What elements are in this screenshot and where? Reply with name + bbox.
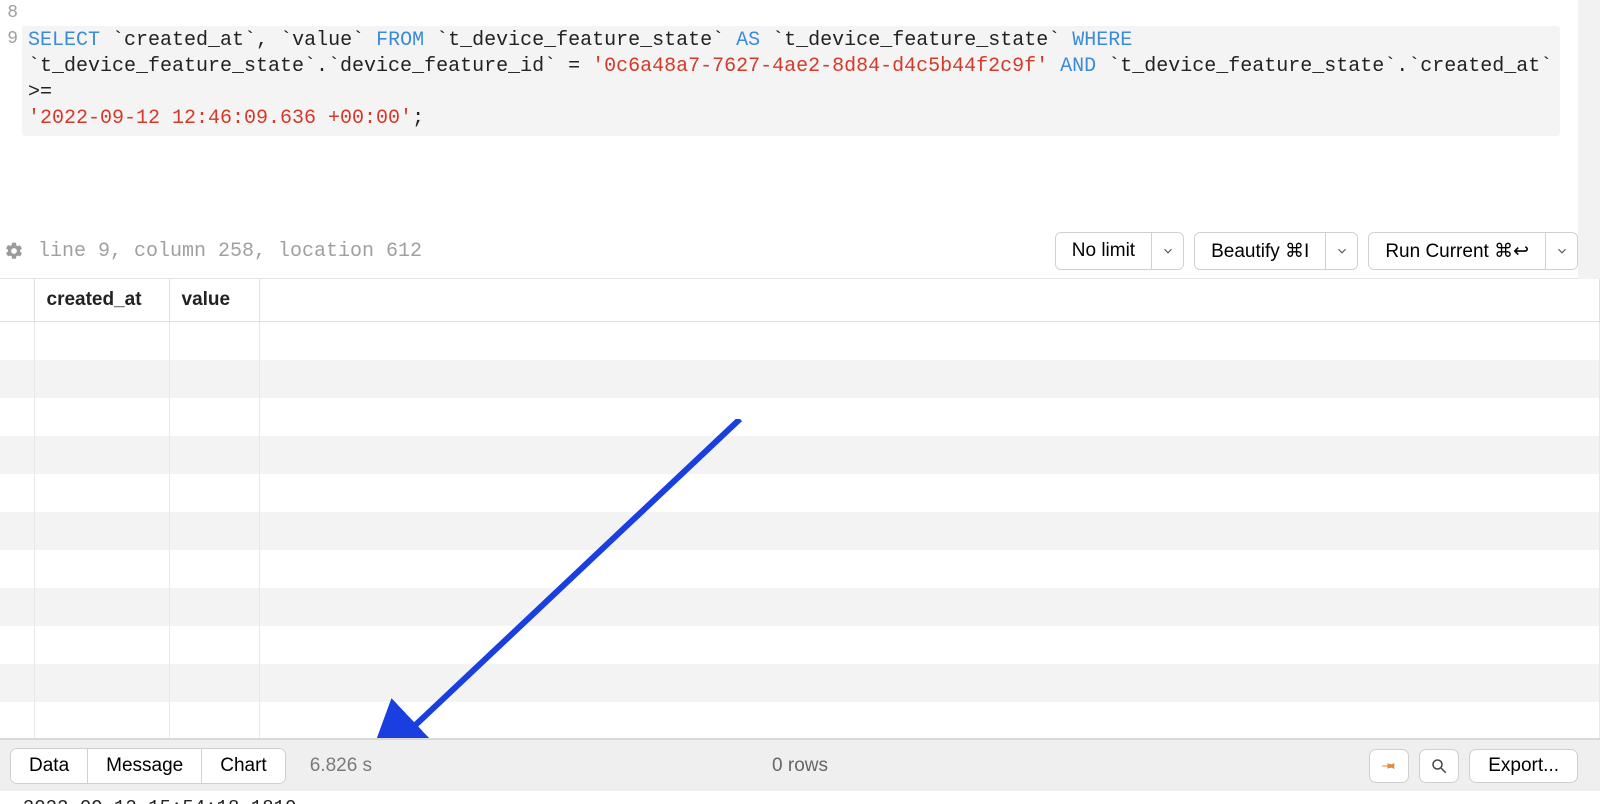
log-line: - 2022-09-12 15:54:18.1810 [0, 791, 1600, 804]
table-row [0, 436, 1600, 474]
run-current-caret[interactable] [1545, 233, 1577, 269]
run-current-label[interactable]: Run Current ⌘↩ [1369, 233, 1545, 269]
beautify-caret[interactable] [1325, 233, 1357, 269]
tab-chart[interactable]: Chart [202, 749, 284, 783]
run-current-button[interactable]: Run Current ⌘↩ [1368, 232, 1578, 270]
no-limit-label[interactable]: No limit [1056, 233, 1151, 269]
editor-status-bar: line 9, column 258, location 612 No limi… [0, 226, 1600, 279]
kw-and: AND [1048, 55, 1108, 78]
chevron-down-icon [1161, 244, 1175, 258]
beautify-label[interactable]: Beautify ⌘I [1195, 233, 1325, 269]
table-row [0, 588, 1600, 626]
search-button[interactable] [1419, 749, 1459, 783]
uuid-literal: '0c6a48a7-7627-4ae2-8d84-d4c5b44f2c9f' [592, 55, 1048, 78]
tab-data[interactable]: Data [11, 749, 87, 783]
tab-message[interactable]: Message [88, 749, 201, 783]
row-count: 0 rows [772, 755, 828, 777]
table-row [0, 626, 1600, 664]
table-row [0, 398, 1600, 436]
gear-icon[interactable] [4, 241, 24, 261]
sql-statement[interactable]: SELECT `created_at`, `value` FROM `t_dev… [22, 26, 1560, 136]
sql-editor[interactable]: 8 9 SELECT `created_at`, `value` FROM `t… [0, 0, 1600, 136]
semicolon: ; [412, 107, 424, 130]
table-alias: `t_device_feature_state` [772, 29, 1060, 52]
where-col-1: `t_device_feature_state`.`device_feature… [28, 55, 592, 78]
table-row [0, 664, 1600, 702]
table-row [0, 474, 1600, 512]
row-number-header [0, 279, 34, 322]
col-value: `value` [280, 29, 364, 52]
pin-button[interactable] [1369, 749, 1409, 783]
kw-as: AS [724, 29, 772, 52]
beautify-button[interactable]: Beautify ⌘I [1194, 232, 1358, 270]
chevron-down-icon [1335, 244, 1349, 258]
table-row [0, 360, 1600, 398]
kw-where: WHERE [1060, 29, 1132, 52]
export-button[interactable]: Export... [1469, 749, 1578, 783]
column-header-value[interactable]: value [169, 279, 259, 322]
no-limit-caret[interactable] [1151, 233, 1183, 269]
col-created-at: `created_at` [112, 29, 256, 52]
gutter-line-9: 9 [0, 26, 22, 52]
results-pane: created_at value [0, 279, 1600, 739]
column-header-spacer [259, 279, 1600, 322]
search-icon [1430, 757, 1448, 775]
table-name: `t_device_feature_state` [436, 29, 724, 52]
timestamp-literal: '2022-09-12 12:46:09.636 +00:00' [28, 107, 412, 130]
chevron-down-icon [1555, 244, 1569, 258]
results-body [0, 322, 1600, 740]
table-row [0, 702, 1600, 740]
kw-from: FROM [364, 29, 436, 52]
view-segmented-control[interactable]: Data Message Chart [10, 748, 286, 784]
kw-select: SELECT [28, 29, 100, 52]
execution-time: 6.826 s [310, 755, 372, 777]
table-row [0, 322, 1600, 360]
table-row [0, 550, 1600, 588]
results-table[interactable]: created_at value [0, 279, 1600, 739]
cursor-position: line 9, column 258, location 612 [38, 240, 422, 263]
pin-icon [1377, 753, 1402, 778]
gutter-line-8: 8 [0, 0, 22, 26]
no-limit-button[interactable]: No limit [1055, 232, 1184, 270]
column-header-created-at[interactable]: created_at [34, 279, 169, 322]
results-toolbar: Data Message Chart 6.826 s 0 rows Export… [0, 739, 1600, 791]
table-row [0, 512, 1600, 550]
